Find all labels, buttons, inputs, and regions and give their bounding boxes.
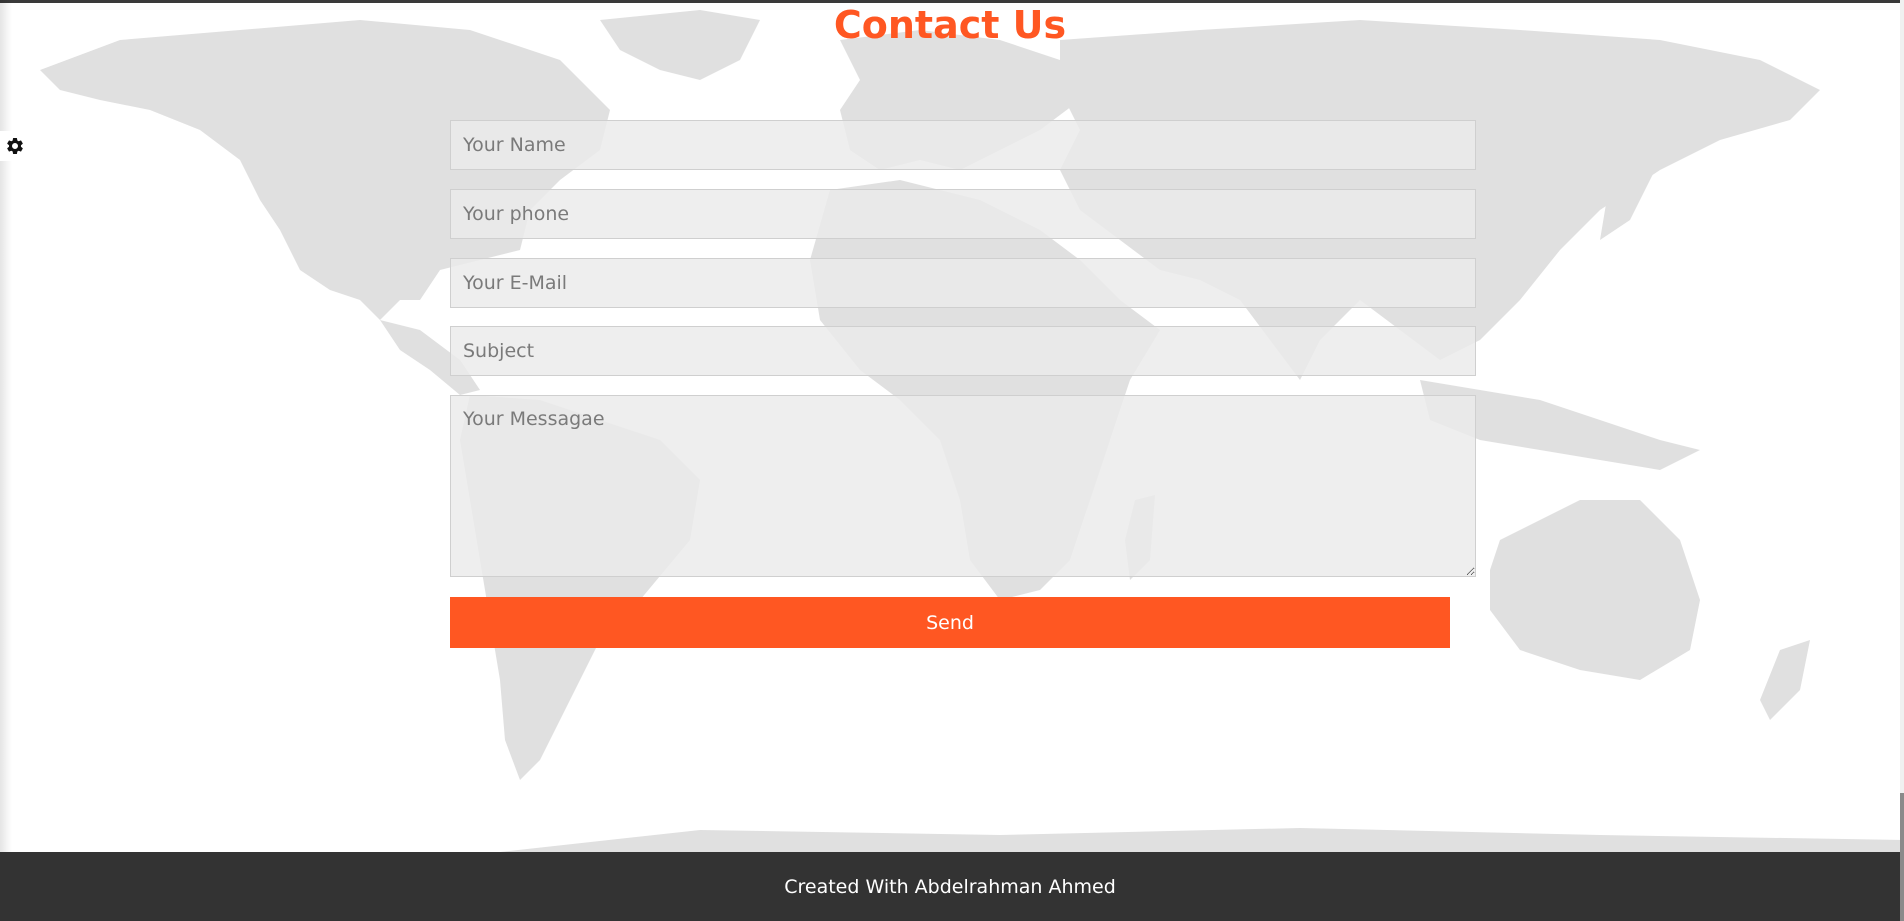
- email-field[interactable]: [450, 258, 1476, 308]
- page: Contact Us Send Created With Abdelrahman…: [0, 0, 1904, 921]
- scrollbar-thumb[interactable]: [1900, 793, 1904, 921]
- message-field[interactable]: [450, 395, 1476, 577]
- subject-field[interactable]: [450, 326, 1476, 376]
- settings-toggle-button[interactable]: [0, 131, 30, 161]
- send-button[interactable]: Send: [450, 597, 1450, 648]
- name-field[interactable]: [450, 120, 1476, 170]
- section-title: Contact Us: [833, 3, 1067, 47]
- contact-section: Contact Us Send: [0, 0, 1904, 852]
- gear-icon: [7, 137, 23, 155]
- page-scrollbar[interactable]: [1900, 0, 1904, 921]
- footer-credit: Created With Abdelrahman Ahmed: [784, 875, 1116, 898]
- phone-field[interactable]: [450, 189, 1476, 239]
- footer: Created With Abdelrahman Ahmed: [0, 852, 1900, 921]
